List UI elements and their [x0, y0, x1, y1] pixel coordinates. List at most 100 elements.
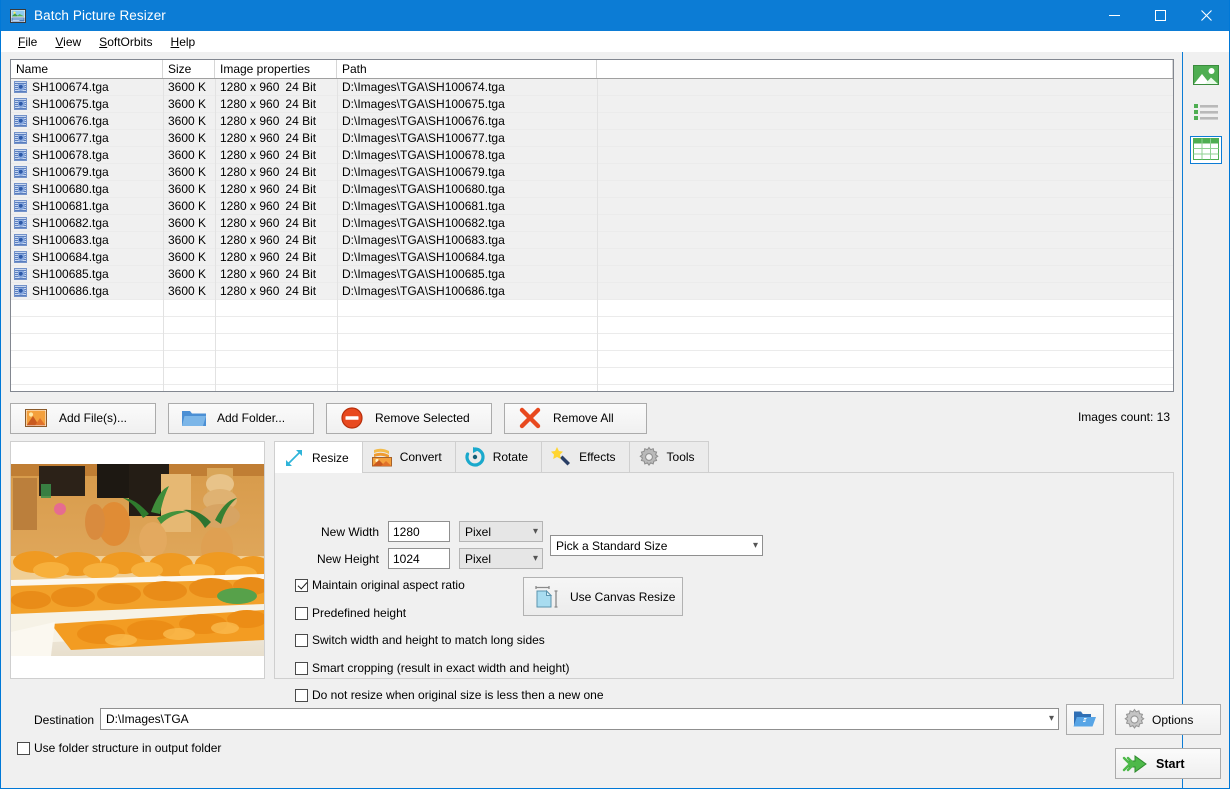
menu-file[interactable]: File	[9, 33, 46, 51]
row-name-text: SH100684.tga	[32, 250, 109, 264]
green-arrow-icon	[1116, 754, 1156, 774]
destination-input[interactable]: D:\Images\TGA ▾	[100, 708, 1059, 730]
table-row[interactable]: SH100674.tga 3600 K 1280 x 960 24 Bit D:\Ima…	[11, 79, 1173, 96]
file-list[interactable]: Name Size Image properties Path SH100674…	[10, 59, 1174, 392]
sidebar-thumbnail-view-button[interactable]	[1190, 62, 1222, 90]
row-name-cell: SH100677.tga	[11, 131, 163, 145]
image-thumbnail-icon	[14, 81, 27, 93]
row-name-text: SH100674.tga	[32, 80, 109, 94]
sidebar-grid-view-button[interactable]	[1190, 136, 1222, 164]
empty-row	[11, 351, 1173, 368]
image-thumbnail-icon	[14, 132, 27, 144]
use-folder-structure-box[interactable]	[17, 741, 30, 755]
row-dimensions-text: 1280 x 960	[220, 182, 280, 196]
row-name-cell: SH100674.tga	[11, 80, 163, 94]
row-properties-cell: 1280 x 960 24 Bit	[215, 216, 337, 230]
table-row[interactable]: SH100681.tga 3600 K 1280 x 960 24 Bit D:\Ima…	[11, 198, 1173, 215]
table-row[interactable]: SH100684.tga 3600 K 1280 x 960 24 Bit D:\Ima…	[11, 249, 1173, 266]
table-row[interactable]: SH100678.tga 3600 K 1280 x 960 24 Bit D:\Ima…	[11, 147, 1173, 164]
row-size-cell: 3600 K	[168, 131, 207, 145]
new-height-unit-select[interactable]: Pixel ▾	[459, 548, 543, 569]
row-name-cell: SH100686.tga	[11, 284, 163, 298]
tab-resize[interactable]: Resize	[274, 441, 363, 473]
image-thumbnail-icon	[14, 98, 27, 110]
window-controls	[1091, 0, 1229, 31]
options-button[interactable]: Options	[1115, 704, 1221, 735]
row-name-cell: SH100675.tga	[11, 97, 163, 111]
table-row[interactable]: SH100686.tga 3600 K 1280 x 960 24 Bit D:\Ima…	[11, 283, 1173, 300]
menu-help[interactable]: Help	[162, 33, 205, 51]
column-header-size[interactable]: Size	[163, 60, 215, 78]
checkbox-predefined-height[interactable]: Predefined height	[295, 606, 406, 620]
column-header-name[interactable]: Name	[11, 60, 163, 78]
row-size-cell: 3600 K	[168, 216, 207, 230]
menu-softorbits[interactable]: SoftOrbits	[90, 33, 161, 51]
add-files-button[interactable]: Add File(s)...	[10, 402, 156, 434]
table-row[interactable]: SH100682.tga 3600 K 1280 x 960 24 Bit D:\Ima…	[11, 215, 1173, 232]
row-depth-text: 24 Bit	[285, 284, 317, 298]
use-canvas-resize-button[interactable]: Use Canvas Resize	[523, 577, 683, 616]
start-label: Start	[1156, 756, 1185, 771]
empty-row	[11, 334, 1173, 351]
add-folder-label: Add Folder...	[217, 411, 286, 425]
maximize-button[interactable]	[1137, 0, 1183, 31]
standard-size-select[interactable]: Pick a Standard Size ▾	[550, 535, 763, 556]
new-height-unit-value: Pixel	[465, 551, 492, 566]
operation-tabs-panel: Resize Convert Rotate Effects Tools New …	[274, 441, 1174, 702]
close-button[interactable]	[1183, 0, 1229, 31]
row-size-cell: 3600 K	[168, 233, 207, 247]
new-width-input[interactable]	[388, 521, 450, 542]
remove-all-label: Remove All	[553, 411, 614, 425]
x-cross-icon	[515, 407, 545, 429]
row-properties-cell: 1280 x 960 24 Bit	[215, 199, 337, 213]
images-count-label: Images count: 13	[1077, 410, 1170, 424]
new-width-unit-select[interactable]: Pixel ▾	[459, 521, 543, 542]
file-toolbar: Add File(s)... Add Folder... Remove Sele…	[10, 401, 1173, 435]
browse-destination-button[interactable]	[1066, 704, 1104, 735]
chevron-down-icon: ▾	[1048, 713, 1054, 724]
standard-size-value: Pick a Standard Size	[556, 538, 668, 553]
checkbox-switch-width-height-box[interactable]	[295, 633, 308, 647]
row-dimensions-text: 1280 x 960	[220, 284, 280, 298]
column-header-path[interactable]: Path	[337, 60, 597, 78]
table-row[interactable]: SH100683.tga 3600 K 1280 x 960 24 Bit D:\Ima…	[11, 232, 1173, 249]
row-properties-cell: 1280 x 960 24 Bit	[215, 80, 337, 94]
table-row[interactable]: SH100679.tga 3600 K 1280 x 960 24 Bit D:\Ima…	[11, 164, 1173, 181]
image-preview-pane[interactable]	[10, 441, 265, 679]
column-header-image-properties[interactable]: Image properties	[215, 60, 337, 78]
table-row[interactable]: SH100677.tga 3600 K 1280 x 960 24 Bit D:\Ima…	[11, 130, 1173, 147]
tab-rotate[interactable]: Rotate	[454, 441, 543, 472]
menu-view[interactable]: View	[46, 33, 90, 51]
checkbox-maintain-aspect-ratio-box[interactable]	[295, 578, 308, 592]
minimize-button[interactable]	[1091, 0, 1137, 31]
use-folder-structure-checkbox[interactable]: Use folder structure in output folder	[17, 741, 221, 755]
remove-selected-button[interactable]: Remove Selected	[326, 402, 492, 434]
app-picture-icon	[10, 8, 26, 24]
new-height-input[interactable]	[388, 548, 450, 569]
use-canvas-resize-label: Use Canvas Resize	[570, 589, 676, 604]
row-path-cell: D:\Images\TGA\SH100683.tga	[342, 233, 505, 247]
tab-effects[interactable]: Effects	[541, 441, 630, 472]
checkbox-predefined-height-box[interactable]	[295, 606, 308, 620]
sidebar-list-view-button[interactable]	[1190, 99, 1222, 127]
tab-tools[interactable]: Tools	[628, 441, 709, 472]
checkbox-switch-width-height[interactable]: Switch width and height to match long si…	[295, 633, 545, 647]
add-files-label: Add File(s)...	[59, 411, 128, 425]
table-row[interactable]: SH100676.tga 3600 K 1280 x 960 24 Bit D:\Ima…	[11, 113, 1173, 130]
row-size-cell: 3600 K	[168, 267, 207, 281]
table-row[interactable]: SH100675.tga 3600 K 1280 x 960 24 Bit D:\Ima…	[11, 96, 1173, 113]
start-button[interactable]: Start	[1115, 748, 1221, 779]
table-row[interactable]: SH100685.tga 3600 K 1280 x 960 24 Bit D:\Ima…	[11, 266, 1173, 283]
main-column: Name Size Image properties Path SH100674…	[1, 52, 1182, 788]
remove-all-button[interactable]: Remove All	[504, 402, 647, 434]
destination-value: D:\Images\TGA	[106, 712, 189, 726]
checkbox-maintain-aspect-ratio[interactable]: Maintain original aspect ratio	[295, 578, 465, 592]
chevron-down-icon: ▾	[752, 539, 758, 551]
title-bar: Batch Picture Resizer	[1, 0, 1229, 31]
tab-convert[interactable]: Convert	[361, 441, 456, 472]
table-row[interactable]: SH100680.tga 3600 K 1280 x 960 24 Bit D:\Ima…	[11, 181, 1173, 198]
add-folder-button[interactable]: Add Folder...	[168, 402, 314, 434]
checkbox-smart-cropping[interactable]: Smart cropping (result in exact width an…	[295, 661, 569, 675]
checkbox-smart-cropping-box[interactable]	[295, 661, 308, 675]
row-name-text: SH100680.tga	[32, 182, 109, 196]
